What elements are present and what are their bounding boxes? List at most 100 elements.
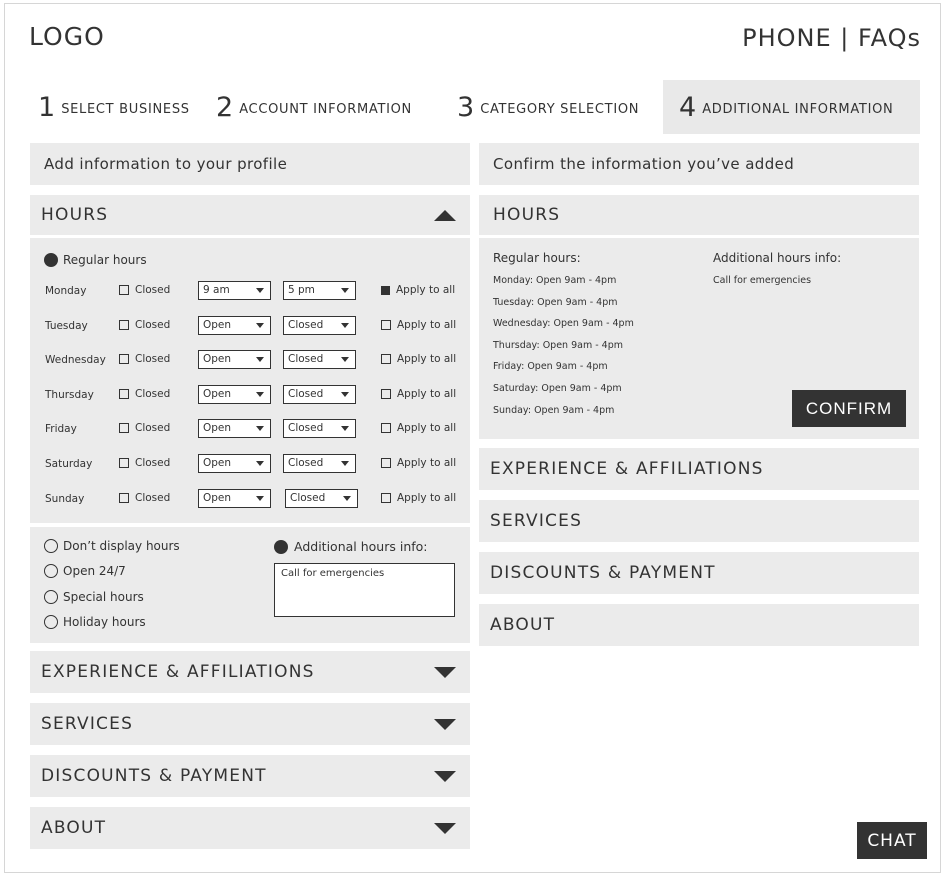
close-time-select[interactable]: Closed — [283, 454, 356, 473]
close-time-select[interactable]: Closed — [283, 350, 356, 369]
day-row-saturday: Saturday Closed Open Closed Apply to all — [45, 454, 460, 474]
closed-checkbox[interactable]: Closed — [119, 319, 170, 331]
confirm-discounts-payment[interactable]: DISCOUNTS & PAYMENT — [479, 552, 919, 594]
chevron-down-icon[interactable] — [434, 718, 456, 730]
step-category-selection[interactable]: 3 CATEGORY SELECTION — [457, 80, 639, 134]
checkbox-icon[interactable] — [381, 458, 391, 468]
hours-line: Monday: Open 9am - 4pm — [493, 275, 617, 286]
caret-down-icon — [256, 288, 264, 293]
closed-checkbox[interactable]: Closed — [119, 284, 170, 296]
open-time-select[interactable]: Open — [198, 489, 271, 508]
close-time-select[interactable]: Closed — [285, 489, 358, 508]
apply-to-all-checkbox[interactable]: Apply to all — [381, 353, 456, 365]
left-column-title: Add information to your profile — [30, 143, 470, 185]
confirm-hours-header: HOURS — [479, 195, 919, 235]
step-label: CATEGORY SELECTION — [480, 101, 640, 117]
checkbox-icon[interactable] — [119, 458, 129, 468]
open-time-select[interactable]: Open — [198, 419, 271, 438]
radio-empty-icon[interactable] — [44, 538, 58, 553]
close-time-select[interactable]: Closed — [283, 316, 356, 335]
additional-hours-label: Additional hours info: — [294, 539, 428, 554]
accordion-services[interactable]: SERVICES — [30, 703, 470, 745]
close-time-value: Closed — [288, 457, 324, 469]
open-time-select[interactable]: Open — [198, 350, 271, 369]
additional-hours-radio[interactable]: Additional hours info: — [274, 539, 428, 554]
checkbox-icon[interactable] — [381, 354, 391, 364]
apply-to-all-checkbox[interactable]: Apply to all — [381, 284, 455, 296]
logo[interactable]: LOGO — [29, 22, 105, 51]
open-time-select[interactable]: Open — [198, 454, 271, 473]
checkbox-icon[interactable] — [381, 423, 391, 433]
checkbox-icon[interactable] — [119, 423, 129, 433]
open-time-select[interactable]: Open — [198, 385, 271, 404]
apply-to-all-checkbox[interactable]: Apply to all — [381, 422, 456, 434]
chevron-down-icon[interactable] — [434, 666, 456, 678]
radio-empty-icon[interactable] — [44, 589, 58, 604]
close-time-value: Closed — [288, 388, 324, 400]
checkbox-icon[interactable] — [119, 354, 129, 364]
chat-button[interactable]: CHAT — [857, 822, 927, 859]
close-time-value: 5 pm — [288, 284, 315, 296]
closed-checkbox[interactable]: Closed — [119, 457, 170, 469]
hours-title: HOURS — [41, 205, 109, 225]
apply-to-all-checkbox[interactable]: Apply to all — [381, 492, 456, 504]
checkbox-icon[interactable] — [119, 493, 129, 503]
checkbox-icon[interactable] — [381, 389, 391, 399]
open-time-select[interactable]: Open — [198, 316, 271, 335]
confirm-about[interactable]: ABOUT — [479, 604, 919, 646]
option-special-hours[interactable]: Special hours — [44, 584, 180, 610]
accordion-discounts-payment[interactable]: DISCOUNTS & PAYMENT — [30, 755, 470, 797]
left-title-text: Add information to your profile — [44, 155, 288, 173]
open-time-value: Open — [203, 319, 232, 331]
chevron-down-icon[interactable] — [434, 822, 456, 834]
open-time-select[interactable]: 9 am — [198, 281, 271, 300]
checkbox-checked-icon[interactable] — [381, 285, 390, 295]
checkbox-icon[interactable] — [381, 320, 391, 330]
close-time-value: Closed — [288, 353, 324, 365]
radio-selected-icon[interactable] — [44, 253, 58, 267]
radio-empty-icon[interactable] — [44, 615, 58, 630]
caret-down-icon — [256, 496, 264, 501]
confirm-button[interactable]: CONFIRM — [792, 390, 906, 427]
right-column-title: Confirm the information you’ve added — [479, 143, 919, 185]
checkbox-icon[interactable] — [119, 320, 129, 330]
step-account-information[interactable]: 2 ACCOUNT INFORMATION — [216, 80, 412, 134]
day-row-wednesday: Wednesday Closed Open Closed Apply to al… — [45, 350, 460, 370]
close-time-select[interactable]: 5 pm — [283, 281, 356, 300]
closed-checkbox[interactable]: Closed — [119, 422, 170, 434]
confirm-experience-affiliations[interactable]: EXPERIENCE & AFFILIATIONS — [479, 448, 919, 490]
close-time-select[interactable]: Closed — [283, 419, 356, 438]
apply-to-all-checkbox[interactable]: Apply to all — [381, 457, 456, 469]
accordion-about[interactable]: ABOUT — [30, 807, 470, 849]
step-select-business[interactable]: 1 SELECT BUSINESS — [38, 80, 190, 134]
step-additional-information[interactable]: 4 ADDITIONAL INFORMATION — [663, 80, 920, 134]
hours-accordion-header[interactable]: HOURS — [30, 195, 470, 235]
chevron-down-icon[interactable] — [434, 770, 456, 782]
closed-checkbox[interactable]: Closed — [119, 388, 170, 400]
phone-faqs-links[interactable]: PHONE | FAQs — [742, 24, 921, 52]
apply-label: Apply to all — [397, 319, 457, 331]
additional-hours-textarea[interactable]: Call for emergencies — [274, 563, 455, 617]
checkbox-icon[interactable] — [119, 285, 129, 295]
closed-checkbox[interactable]: Closed — [119, 353, 170, 365]
step-label: ACCOUNT INFORMATION — [239, 101, 412, 117]
checkbox-icon[interactable] — [381, 493, 391, 503]
accordion-experience-affiliations[interactable]: EXPERIENCE & AFFILIATIONS — [30, 651, 470, 693]
close-time-value: Closed — [288, 319, 324, 331]
apply-to-all-checkbox[interactable]: Apply to all — [381, 388, 456, 400]
option-dont-display-hours[interactable]: Don’t display hours — [44, 533, 180, 559]
chevron-up-icon[interactable] — [434, 209, 456, 221]
section-title: DISCOUNTS & PAYMENT — [490, 563, 716, 583]
checkbox-icon[interactable] — [119, 389, 129, 399]
radio-empty-icon[interactable] — [44, 564, 58, 579]
apply-to-all-checkbox[interactable]: Apply to all — [381, 319, 456, 331]
confirm-services[interactable]: SERVICES — [479, 500, 919, 542]
option-open-24-7[interactable]: Open 24/7 — [44, 559, 180, 585]
open-time-value: 9 am — [203, 284, 230, 296]
closed-checkbox[interactable]: Closed — [119, 492, 170, 504]
day-label: Friday — [45, 423, 77, 435]
radio-selected-icon[interactable] — [274, 539, 288, 554]
regular-hours-radio[interactable]: Regular hours — [44, 253, 147, 267]
close-time-select[interactable]: Closed — [283, 385, 356, 404]
option-holiday-hours[interactable]: Holiday hours — [44, 610, 180, 636]
